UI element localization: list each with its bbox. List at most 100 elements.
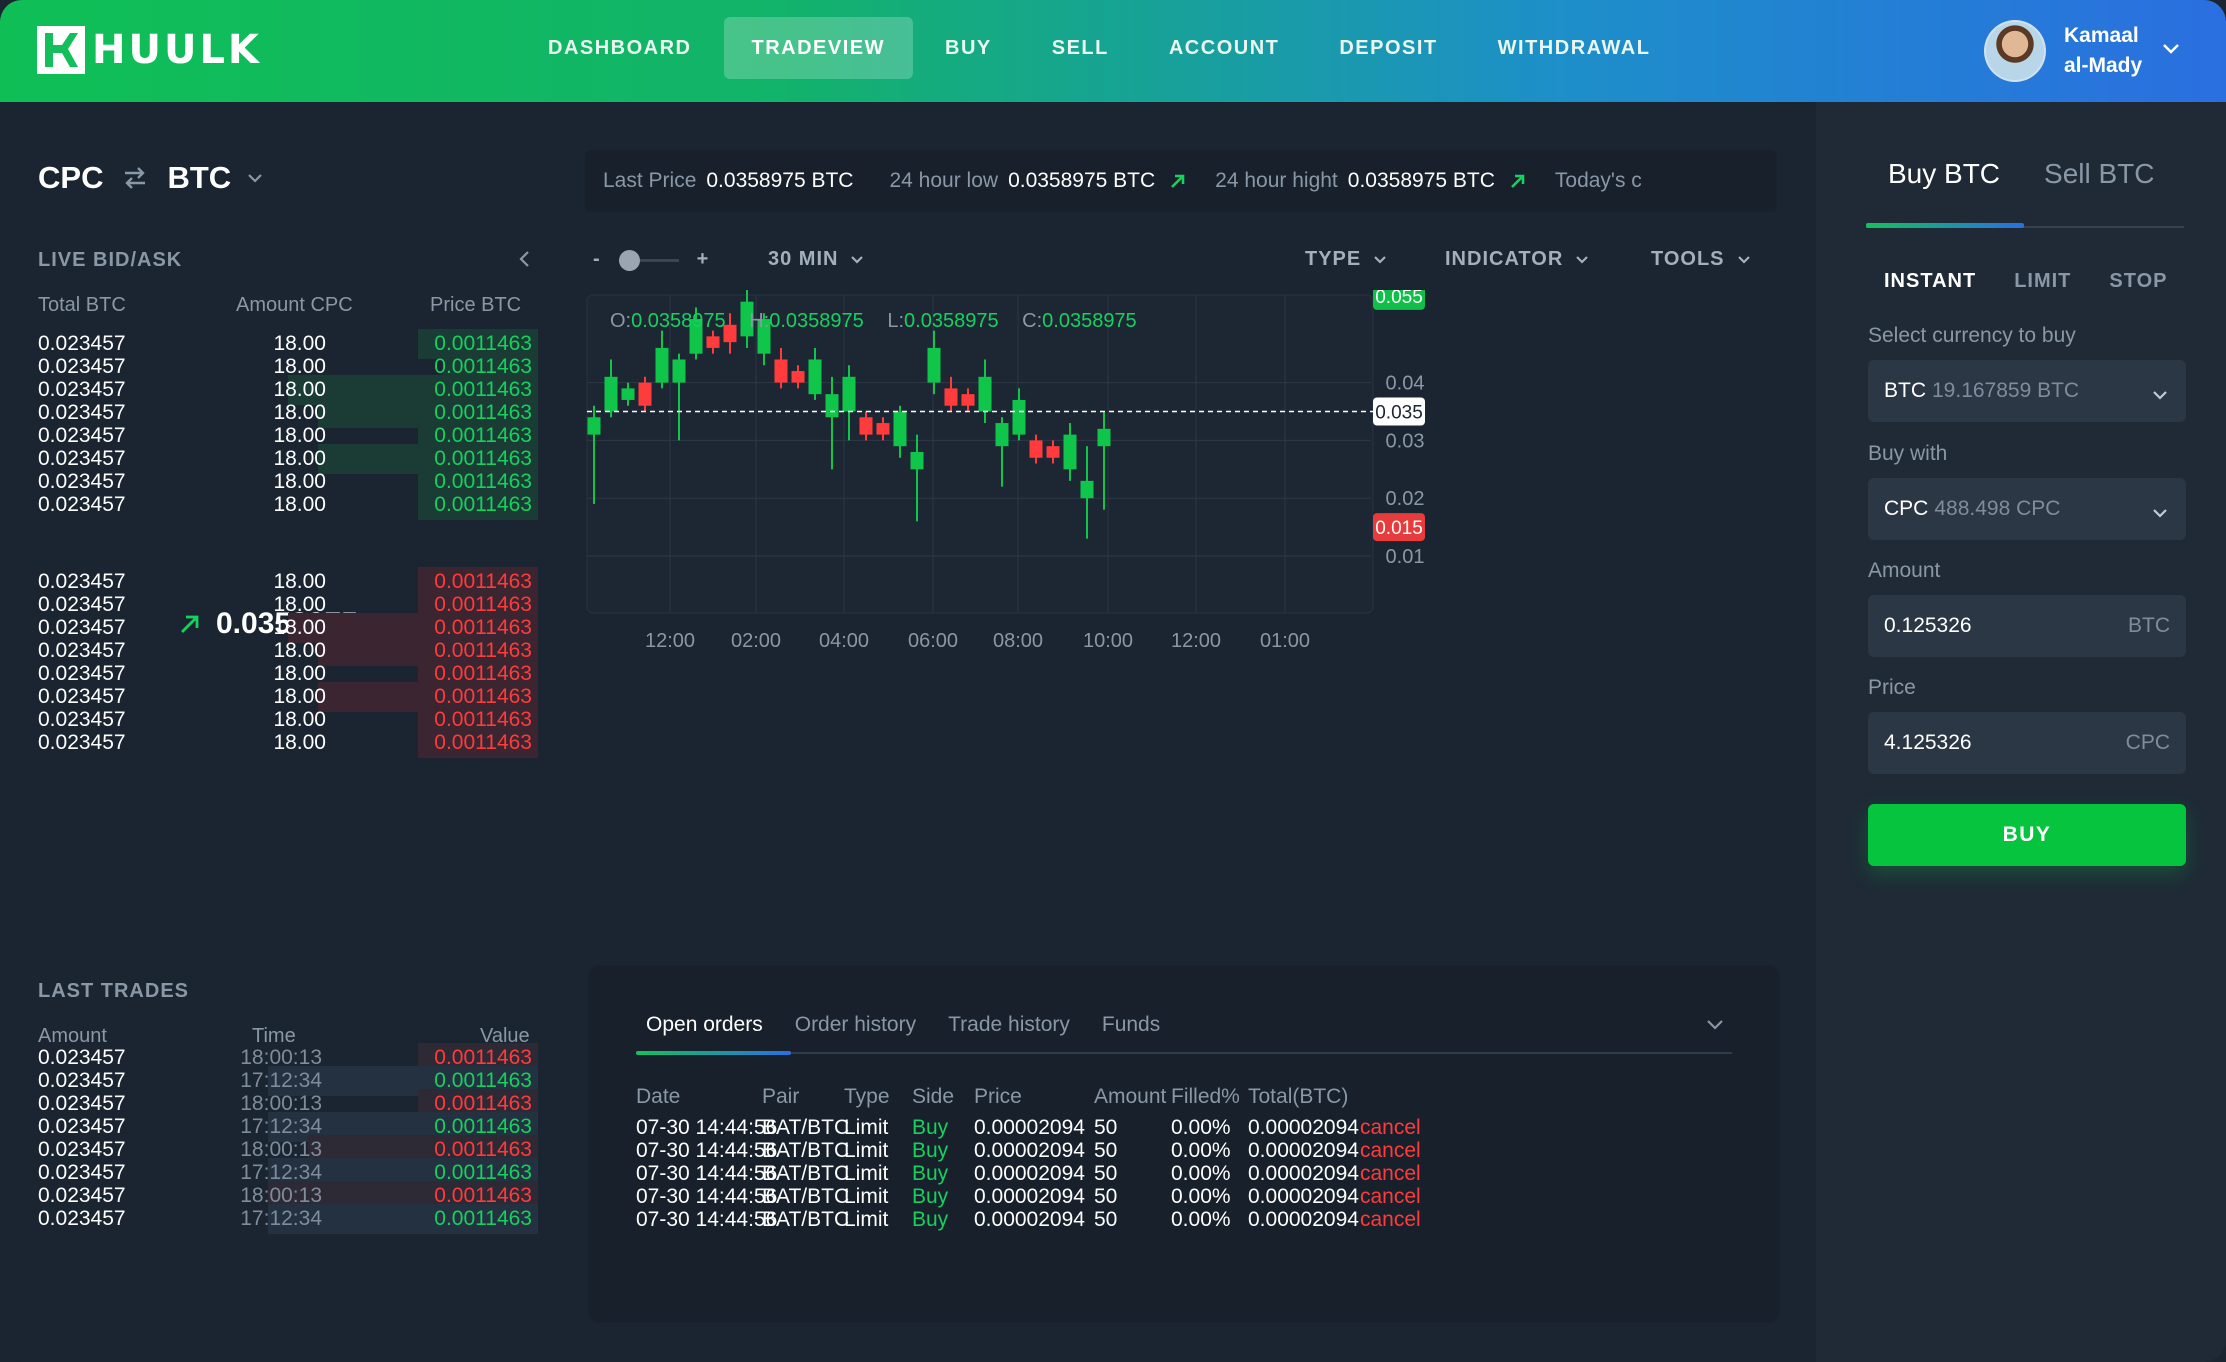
nav-buy[interactable]: BUY	[917, 17, 1020, 79]
ticker-today-label: Today's c	[1554, 169, 1642, 192]
chevron-down-icon[interactable]	[2162, 42, 2180, 60]
last-trades-title: LAST TRADES	[38, 980, 189, 1002]
price-tag-label: 0.015	[1375, 518, 1423, 539]
candle-body	[1012, 399, 1026, 435]
nav-deposit[interactable]: DEPOSIT	[1311, 17, 1465, 79]
order-cell-filled: 0.00%	[1171, 1162, 1231, 1185]
price-cell: 0.0011463	[434, 731, 532, 754]
price-input[interactable]: 4.125326 CPC	[1868, 712, 2186, 774]
ohlc-readout: O:0.0358975 H:0.0358975 L:0.0358975 C:0.…	[610, 310, 1155, 333]
order-cell-price: 0.00002094	[974, 1185, 1085, 1208]
buy-button[interactable]: BUY	[1868, 804, 2186, 866]
chevron-down-icon[interactable]	[247, 173, 263, 183]
trade-amount: 0.023457	[38, 1207, 126, 1230]
ticker-high-value: 0.0358975 BTC	[1347, 169, 1495, 192]
ticker-last-value: 0.0358975 BTC	[706, 169, 854, 192]
swap-icon[interactable]	[121, 164, 149, 192]
candle-body	[604, 376, 618, 412]
nav-withdrawal[interactable]: WITHDRAWAL	[1470, 17, 1679, 79]
amount-cell: 18.00	[273, 731, 326, 754]
tab-buy-btc[interactable]: Buy BTC	[1888, 158, 2000, 190]
price-value[interactable]: 4.125326	[1884, 731, 1972, 755]
y-tick-label: 0.04	[1386, 373, 1425, 395]
tab-order-history[interactable]: Order history	[795, 1013, 916, 1037]
chevron-down-icon[interactable]	[1706, 1017, 1724, 1035]
avatar[interactable]	[1984, 20, 2046, 82]
tools-label: TOOLS	[1651, 248, 1725, 270]
candle-body	[927, 347, 941, 383]
user-last-name: al-Mady	[2064, 54, 2143, 77]
select-currency-dropdown[interactable]: BTC 19.167859 BTC	[1868, 360, 2186, 422]
chevron-down-icon	[1575, 255, 1589, 264]
candle-body	[893, 411, 907, 447]
orders-header-6: Filled%	[1171, 1085, 1240, 1108]
active-tab-indicator	[636, 1051, 791, 1055]
zoom-out-button[interactable]: -	[593, 248, 601, 271]
pair-selector[interactable]: CPC BTC	[38, 160, 263, 196]
nav-account[interactable]: ACCOUNT	[1141, 17, 1308, 79]
tab-sell-btc[interactable]: Sell BTC	[2044, 158, 2154, 190]
price-tag-label: 0.055	[1375, 290, 1423, 308]
amount-value[interactable]: 0.125326	[1884, 614, 1972, 638]
chevron-down-icon	[850, 255, 864, 264]
candle-body	[1063, 434, 1077, 470]
x-tick-label: 02:00	[731, 630, 781, 652]
price-label: Price	[1868, 676, 1916, 699]
price-chart[interactable]: 0.060.040.030.020.0112:0002:0004:0006:00…	[585, 290, 1775, 930]
tab-funds[interactable]: Funds	[1102, 1013, 1160, 1037]
tab-open-orders[interactable]: Open orders	[646, 1013, 763, 1037]
cancel-order-link[interactable]: cancel	[1360, 1116, 1421, 1140]
buy-with-dropdown[interactable]: CPC 488.498 CPC	[1868, 478, 2186, 540]
orders-header-7: Total(BTC)	[1248, 1085, 1349, 1108]
type-dropdown[interactable]: TYPE	[1305, 248, 1387, 271]
nav-sell[interactable]: SELL	[1024, 17, 1137, 79]
user-menu[interactable]: Kamaal al-Mady	[1984, 16, 2180, 86]
ohlc-low-label: L:	[887, 310, 905, 332]
order-cell-date: 07-30 14:44:56	[636, 1162, 778, 1185]
ticker-high-label: 24 hour hight	[1215, 169, 1338, 192]
buy-with-code: CPC	[1884, 497, 1929, 520]
order-cell-amount: 50	[1094, 1116, 1118, 1139]
ask-row[interactable]: 0.023457 18.00 0.0011463	[38, 728, 538, 758]
active-tab-indicator	[1866, 223, 2024, 228]
bid-row[interactable]: 0.023457 18.00 0.0011463	[38, 490, 538, 520]
tab-instant[interactable]: INSTANT	[1884, 270, 1976, 293]
total-cell: 0.023457	[38, 731, 126, 754]
zoom-control: - +	[593, 248, 709, 271]
candle-body	[655, 347, 669, 383]
amount-input[interactable]: 0.125326 BTC	[1868, 595, 2186, 657]
interval-dropdown[interactable]: 30 MIN	[768, 248, 864, 271]
candle-body	[825, 394, 839, 418]
candle-body	[706, 336, 720, 348]
nav-tradeview[interactable]: TRADEVIEW	[723, 17, 913, 79]
indicator-dropdown[interactable]: INDICATOR	[1445, 248, 1589, 271]
cancel-order-link[interactable]: cancel	[1360, 1162, 1421, 1186]
amount-label: Amount	[1868, 559, 1941, 582]
nav-dashboard[interactable]: DASHBOARD	[520, 17, 720, 79]
zoom-slider-handle[interactable]	[618, 249, 640, 271]
zoom-slider[interactable]	[618, 249, 679, 271]
ohlc-high: 0.0358975	[769, 310, 864, 332]
tools-dropdown[interactable]: TOOLS	[1651, 248, 1751, 271]
chevron-left-icon[interactable]	[518, 250, 530, 273]
candle-body	[621, 388, 635, 400]
chart-svg[interactable]: 0.060.040.030.020.0112:0002:0004:0006:00…	[585, 290, 1775, 930]
trade-side-tabs: Buy BTC Sell BTC	[1888, 158, 2199, 190]
ticker-bar: Last Price 0.0358975 BTC 24 hour low 0.0…	[585, 150, 1777, 212]
tab-trade-history[interactable]: Trade history	[948, 1013, 1070, 1037]
tab-limit[interactable]: LIMIT	[2014, 270, 2071, 293]
amount-unit: BTC	[2128, 614, 2170, 637]
tab-stop[interactable]: STOP	[2109, 270, 2167, 293]
indicator-label: INDICATOR	[1445, 248, 1564, 270]
order-cell-side: Buy	[912, 1139, 949, 1162]
orders-header-4: Price	[974, 1085, 1022, 1108]
cancel-order-link[interactable]: cancel	[1360, 1185, 1421, 1209]
zoom-in-button[interactable]: +	[697, 248, 710, 271]
logo[interactable]: HUULK	[36, 24, 262, 76]
candle-body	[638, 382, 652, 406]
order-cell-amount: 50	[1094, 1139, 1118, 1162]
cancel-order-link[interactable]: cancel	[1360, 1208, 1421, 1232]
candle-body	[859, 417, 873, 435]
cancel-order-link[interactable]: cancel	[1360, 1139, 1421, 1163]
order-cell-total: 0.00002094	[1248, 1208, 1359, 1231]
